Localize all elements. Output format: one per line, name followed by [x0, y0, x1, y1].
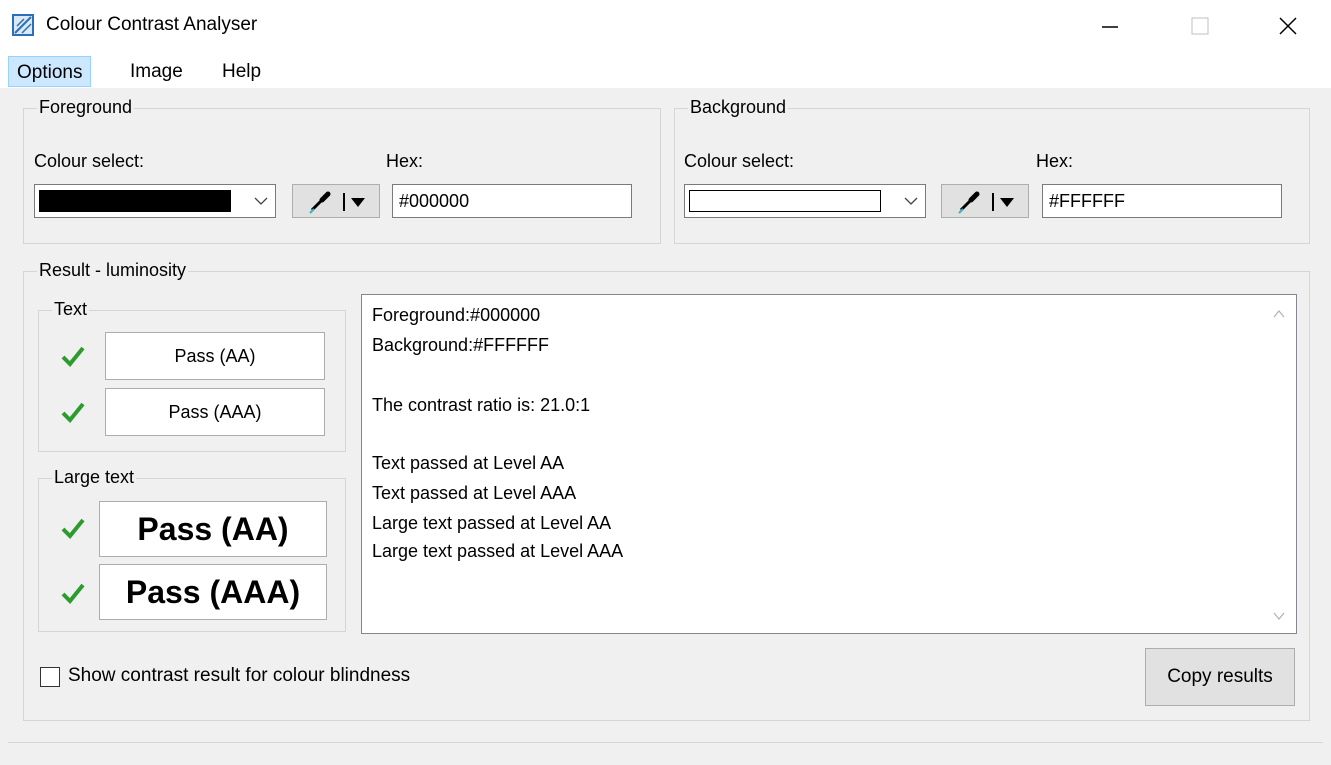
dropdown-arrow-icon	[351, 198, 365, 207]
results-line: Large text passed at Level AAA	[372, 541, 624, 561]
bg-colour-swatch	[689, 190, 881, 212]
results-background-line: Background:#FFFFFF	[372, 335, 550, 355]
results-ratio-line: The contrast ratio is: 21.0:1	[372, 395, 591, 415]
results-line: Text passed at Level AAA	[372, 483, 577, 503]
fg-colour-select-label: Colour select:	[34, 151, 145, 171]
close-button[interactable]	[1258, 0, 1318, 52]
menu-image[interactable]: Image	[122, 56, 191, 87]
background-group	[674, 108, 1310, 244]
eyedropper-icon	[309, 191, 331, 214]
picker-separator	[992, 193, 994, 211]
results-line: Large text passed at Level AA	[372, 513, 612, 533]
fg-colour-swatch	[39, 190, 231, 212]
bg-colour-select[interactable]	[684, 184, 926, 218]
background-legend: Background	[688, 97, 789, 118]
foreground-legend: Foreground	[37, 97, 135, 118]
dropdown-arrow-icon	[1000, 198, 1014, 207]
chevron-down-icon	[904, 197, 918, 205]
maximize-icon	[1191, 17, 1209, 35]
menu-help[interactable]: Help	[214, 56, 269, 87]
results-foreground-line: Foreground:#000000	[372, 305, 541, 325]
bg-colour-select-label: Colour select:	[684, 151, 795, 171]
checkmark-icon	[61, 346, 85, 367]
colour-blindness-checkbox[interactable]	[40, 667, 60, 687]
eyedropper-icon	[958, 191, 980, 214]
window-title: Colour Contrast Analyser	[46, 14, 258, 35]
minimize-button[interactable]	[1080, 0, 1140, 52]
results-line: Text passed at Level AA	[372, 453, 565, 473]
app-icon	[12, 14, 34, 36]
text-aaa-result: Pass (AAA)	[105, 388, 325, 436]
bg-hex-label: Hex:	[1036, 151, 1074, 171]
results-textarea[interactable]: Foreground:#000000 Background:#FFFFFF Th…	[361, 294, 1297, 634]
fg-eyedropper-button[interactable]	[292, 184, 380, 218]
fg-colour-select[interactable]	[34, 184, 276, 218]
colour-blindness-label[interactable]: Show contrast result for colour blindnes…	[68, 665, 410, 687]
large-aa-result: Pass (AA)	[99, 501, 327, 557]
close-icon	[1279, 17, 1297, 35]
menu-bar	[0, 52, 1331, 88]
text-legend: Text	[52, 299, 90, 320]
maximize-button[interactable]	[1170, 0, 1230, 52]
minimize-icon	[1102, 26, 1118, 28]
menu-options[interactable]: Options	[8, 56, 92, 87]
checkmark-icon	[61, 402, 85, 423]
copy-results-button[interactable]: Copy results	[1145, 648, 1295, 706]
result-legend: Result - luminosity	[37, 260, 189, 281]
large-aaa-result: Pass (AAA)	[99, 564, 327, 620]
bg-hex-input[interactable]	[1042, 184, 1282, 218]
fg-hex-input[interactable]	[392, 184, 632, 218]
fg-hex-label: Hex:	[386, 151, 424, 171]
picker-separator	[343, 193, 345, 211]
status-separator	[8, 742, 1323, 743]
checkmark-icon	[61, 518, 85, 539]
bg-eyedropper-button[interactable]	[941, 184, 1029, 218]
scroll-down-icon[interactable]	[1272, 609, 1286, 623]
chevron-down-icon	[254, 197, 268, 205]
checkmark-icon	[61, 583, 85, 604]
foreground-group	[23, 108, 661, 244]
large-text-legend: Large text	[52, 467, 137, 488]
text-aa-result: Pass (AA)	[105, 332, 325, 380]
scroll-up-icon[interactable]	[1272, 307, 1286, 321]
